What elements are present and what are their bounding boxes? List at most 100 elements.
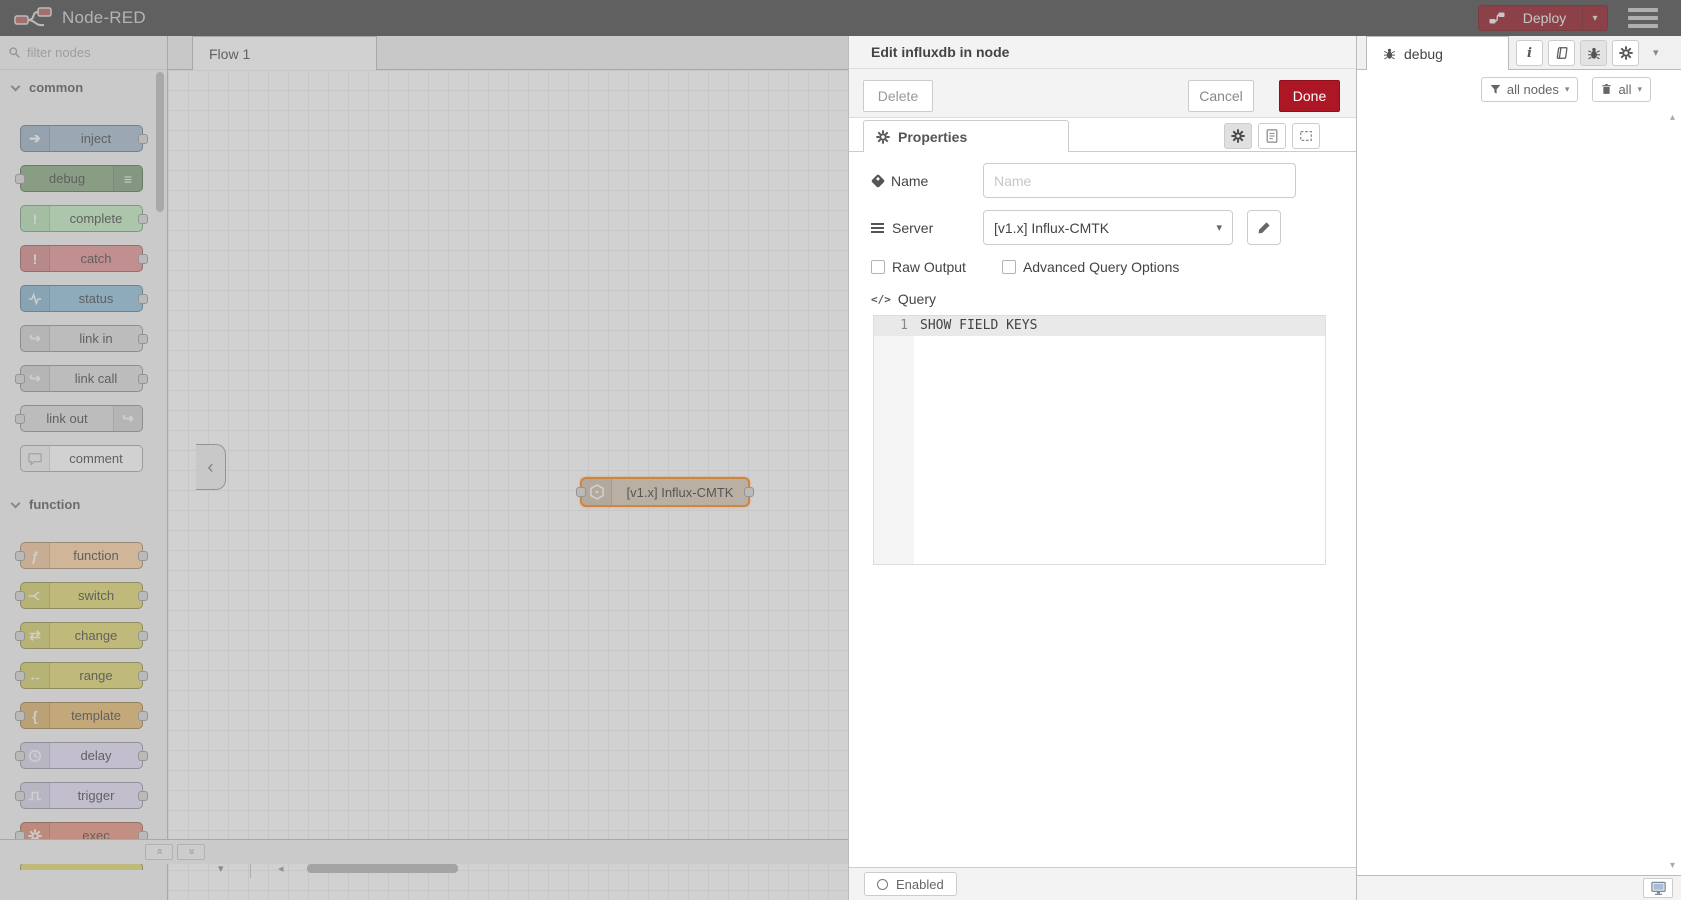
done-button[interactable]: Done — [1279, 80, 1340, 112]
node-input-port — [15, 414, 25, 424]
palette-node-inject[interactable]: ➔inject — [20, 125, 143, 152]
palette-node-label: trigger — [50, 783, 142, 808]
raw-output-checkbox[interactable] — [871, 260, 885, 274]
properties-tab-label: Properties — [898, 129, 967, 145]
palette-node-delay[interactable]: delay — [20, 742, 143, 769]
palette-node-label: complete — [50, 206, 142, 231]
tab-debug[interactable]: debug — [1366, 36, 1509, 70]
palette-node-comment[interactable]: comment — [20, 445, 143, 472]
node-output-port — [138, 711, 148, 721]
sidebar-info-button[interactable]: i — [1516, 40, 1543, 66]
palette-search[interactable] — [0, 36, 167, 70]
flow-canvas[interactable]: Flow 1 [v1.x] Influx-CMTK — [168, 36, 848, 900]
palette-node-status[interactable]: status — [20, 285, 143, 312]
palette-filter-input[interactable] — [27, 45, 137, 60]
description-button[interactable] — [1258, 123, 1286, 149]
influxdb-in-node[interactable]: [v1.x] Influx-CMTK — [580, 477, 750, 507]
palette-node-label: switch — [50, 583, 142, 608]
palette-category-label: function — [29, 497, 80, 512]
node-input-port — [15, 671, 25, 681]
tray-toolbar: Delete Cancel Done — [849, 69, 1356, 118]
palette-node-range[interactable]: ↔range — [20, 662, 143, 689]
document-icon — [1265, 129, 1279, 143]
node-red-logo-icon — [14, 6, 54, 30]
appearance-button[interactable] — [1292, 123, 1320, 149]
filter-nodes-button[interactable]: all nodes — [1481, 77, 1579, 102]
expand-categories-button[interactable] — [177, 844, 205, 860]
collapse-categories-button[interactable] — [145, 844, 173, 860]
advanced-query-checkbox[interactable] — [1002, 260, 1016, 274]
sidebar-config-button[interactable] — [1612, 40, 1639, 66]
query-code-editor[interactable]: 1 SHOW FIELD KEYS — [873, 315, 1326, 565]
node-enabled-toggle[interactable]: Enabled — [864, 872, 957, 896]
tab-properties[interactable]: Properties — [863, 120, 1069, 153]
palette-node-switch[interactable]: switch — [20, 582, 143, 609]
chevron-down-icon — [1216, 221, 1222, 234]
complete-icon: ! — [21, 206, 50, 231]
sidebar-debug-button[interactable] — [1580, 40, 1607, 66]
edit-server-button[interactable] — [1247, 210, 1281, 245]
filter-nodes-label: all nodes — [1507, 82, 1559, 97]
palette-node-catch[interactable]: !catch — [20, 245, 143, 272]
tab-flow-1[interactable]: Flow 1 — [192, 36, 377, 70]
node-output-port — [138, 791, 148, 801]
open-debug-window-button[interactable] — [1643, 878, 1673, 898]
clear-messages-button[interactable]: all — [1592, 77, 1651, 102]
node-output-port — [138, 631, 148, 641]
node-output-port — [138, 551, 148, 561]
link-call-icon: ↪ — [21, 366, 50, 391]
palette-node-change[interactable]: ⇄change — [20, 622, 143, 649]
node-output-port[interactable] — [744, 487, 754, 497]
collapse-all-icon — [153, 848, 166, 854]
palette-node-template[interactable]: {template — [20, 702, 143, 729]
palette-node-link-in[interactable]: ↪link in — [20, 325, 143, 352]
node-output-port — [138, 671, 148, 681]
scroll-down-icon[interactable] — [1670, 860, 1675, 871]
node-input-port — [15, 591, 25, 601]
chevron-down-icon — [11, 498, 21, 508]
palette-category-label: common — [29, 80, 83, 95]
delete-button[interactable]: Delete — [863, 80, 933, 112]
deploy-button[interactable]: Deploy — [1478, 5, 1608, 31]
cancel-button[interactable]: Cancel — [1188, 80, 1254, 112]
palette-category-function[interactable]: function — [0, 487, 167, 522]
debug-messages-panel[interactable] — [1357, 108, 1681, 875]
palette-node-label: range — [50, 663, 142, 688]
palette-scrollbar-thumb[interactable] — [156, 72, 164, 212]
sidebar-footer — [1357, 875, 1681, 900]
workspace-footer — [0, 839, 848, 864]
sidebar-help-button[interactable] — [1548, 40, 1575, 66]
server-select[interactable]: [v1.x] Influx-CMTK — [983, 210, 1233, 245]
palette-node-label: comment — [50, 446, 142, 471]
main-menu-button[interactable] — [1628, 8, 1658, 28]
palette-node-link-out[interactable]: ↪link out — [20, 405, 143, 432]
debug-toolbar: all nodes all — [1357, 70, 1681, 108]
sidebar-tabs-menu-icon[interactable] — [1653, 46, 1659, 59]
scroll-up-icon[interactable] — [1670, 112, 1675, 123]
name-input[interactable] — [983, 163, 1296, 198]
influxdb-node-label: [v1.x] Influx-CMTK — [612, 479, 748, 505]
palette-node-trigger[interactable]: trigger — [20, 782, 143, 809]
book-icon — [1555, 46, 1569, 60]
palette-category-common[interactable]: common — [0, 70, 167, 105]
node-output-port — [138, 254, 148, 264]
palette-node-link-call[interactable]: ↪link call — [20, 365, 143, 392]
server-row: Server [v1.x] Influx-CMTK — [871, 210, 1356, 245]
node-input-port[interactable] — [576, 487, 586, 497]
node-input-port — [15, 791, 25, 801]
link-out-icon: ↪ — [113, 406, 142, 431]
options-row: Raw Output Advanced Query Options — [871, 259, 1356, 275]
debug-icon: ≡ — [113, 166, 142, 191]
palette-node-debug[interactable]: ≡debug — [20, 165, 143, 192]
palette-node-complete[interactable]: !complete — [20, 205, 143, 232]
function-icon: ƒ — [21, 543, 50, 568]
palette-node-function[interactable]: ƒfunction — [20, 542, 143, 569]
palette-collapse-handle[interactable] — [196, 444, 226, 490]
edit-node-tray: Edit influxdb in node Delete Cancel Done… — [848, 36, 1356, 900]
horizontal-scrollbar-thumb[interactable] — [307, 864, 458, 873]
enabled-label: Enabled — [896, 877, 944, 892]
edit-properties-button[interactable] — [1224, 123, 1252, 149]
app-header: Node-RED Deploy — [0, 0, 1681, 36]
tray-form: Name Server [v1.x] Influx-CMTK — [849, 152, 1356, 867]
deploy-options-caret-icon[interactable] — [1583, 13, 1607, 24]
